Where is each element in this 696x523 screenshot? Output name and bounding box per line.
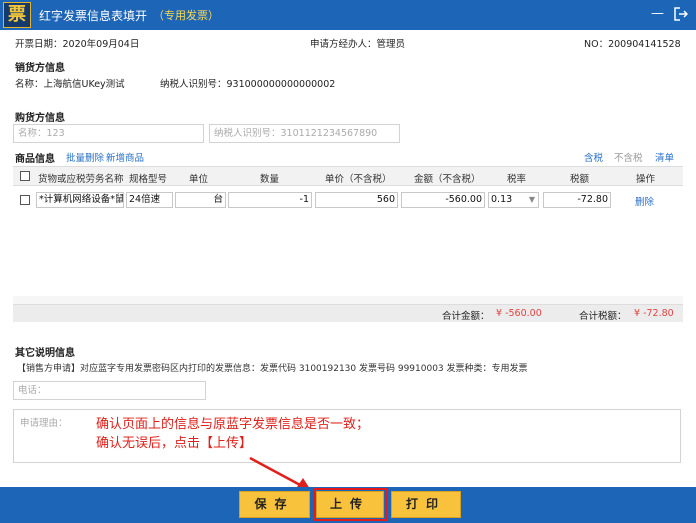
- row-rate-value: 0.13: [491, 194, 513, 205]
- totals-bar: 合计金额： ¥ -560.00 合计税额： ¥ -72.80: [13, 304, 683, 322]
- window-title: 红字发票信息表填开: [39, 8, 148, 23]
- seller-tax-id: 纳税人识别号：931000000000000002: [160, 79, 336, 90]
- other-note: 【销售方申请】对应蓝字专用发票密码区内打印的发票信息：发票代码 31001921…: [17, 364, 528, 374]
- col-amount: 金额（不含税）: [414, 174, 481, 185]
- chevron-down-icon: ▼: [528, 195, 535, 204]
- buyer-tax-value: 3101121234567890: [280, 128, 378, 139]
- col-spec: 规格型号: [129, 174, 168, 185]
- select-all-checkbox[interactable]: [20, 171, 30, 181]
- buyer-tax-label: 纳税人识别号：: [214, 128, 281, 139]
- row-spec-input[interactable]: 24倍速: [126, 192, 173, 208]
- minimize-icon[interactable]: —: [651, 7, 664, 25]
- col-rate: 税率: [507, 174, 527, 185]
- total-amount-label: 合计金额：: [442, 311, 490, 322]
- buyer-name-value: 123: [46, 128, 65, 139]
- row-name-input[interactable]: *计算机网络设备*鼠: [36, 192, 124, 208]
- list-link[interactable]: 清单: [655, 150, 674, 164]
- seller-section-title: 销货方信息: [15, 63, 65, 74]
- exit-icon[interactable]: [674, 7, 689, 25]
- applicant: 申请方经办人：管理员: [310, 39, 406, 50]
- invoice-logo-icon: 票: [3, 2, 31, 28]
- window-subtitle: （专用发票）: [153, 9, 220, 22]
- upload-button[interactable]: 上传: [313, 488, 387, 521]
- tax-included-toggle[interactable]: 含税: [584, 150, 603, 164]
- row-delete-link[interactable]: 删除: [635, 194, 654, 208]
- row-rate-select[interactable]: 0.13 ▼: [488, 192, 539, 208]
- phone-field[interactable]: 电话：: [13, 381, 206, 400]
- row-unit-input[interactable]: 台: [175, 192, 226, 208]
- goods-grid-header: 货物或应税劳务名称 规格型号 单位 数量 单价（不含税） 金额（不含税） 税率 …: [13, 166, 683, 186]
- row-qty-input[interactable]: -1: [228, 192, 312, 208]
- batch-delete-link[interactable]: 批量删除: [66, 150, 104, 164]
- row-checkbox[interactable]: [20, 195, 30, 205]
- row-tax-input[interactable]: -72.80: [543, 192, 611, 208]
- total-amount-value: ¥ -560.00: [496, 308, 542, 319]
- annotation-line-2: 确认无误后，点击【上传】: [96, 436, 253, 451]
- col-action: 操作: [636, 174, 656, 185]
- grid-scrollbar[interactable]: [13, 296, 683, 304]
- col-tax: 税额: [570, 174, 590, 185]
- buyer-name-label: 名称：: [18, 128, 47, 139]
- col-qty: 数量: [260, 174, 280, 185]
- title-bar: 票 红字发票信息表填开 （专用发票） —: [0, 0, 696, 30]
- add-item-link[interactable]: 新增商品: [106, 150, 144, 164]
- print-button[interactable]: 打印: [391, 491, 461, 518]
- other-section-title: 其它说明信息: [15, 348, 75, 359]
- save-button[interactable]: 保存: [239, 491, 310, 518]
- reason-placeholder: 申请理由：: [20, 418, 68, 429]
- annotation-line-1: 确认页面上的信息与原蓝字发票信息是否一致；: [96, 417, 370, 432]
- col-name: 货物或应税劳务名称: [38, 174, 124, 185]
- col-price: 单价（不含税）: [325, 174, 392, 185]
- row-price-input[interactable]: 560: [315, 192, 398, 208]
- col-unit: 单位: [189, 174, 209, 185]
- invoice-number: NO：200904141528: [584, 39, 681, 50]
- seller-name: 名称：上海航信UKey测试: [15, 79, 125, 90]
- tax-excluded-toggle[interactable]: 不含税: [614, 150, 643, 164]
- issue-date: 开票日期：2020年09月04日: [15, 39, 140, 50]
- row-amount-input[interactable]: -560.00: [401, 192, 485, 208]
- total-tax-value: ¥ -72.80: [634, 308, 674, 319]
- buyer-name-field[interactable]: 名称：123: [13, 124, 204, 143]
- buyer-section-title: 购货方信息: [15, 113, 65, 124]
- buyer-tax-field[interactable]: 纳税人识别号：3101121234567890: [209, 124, 400, 143]
- total-tax-label: 合计税额：: [579, 311, 627, 322]
- goods-section-title: 商品信息: [15, 154, 55, 165]
